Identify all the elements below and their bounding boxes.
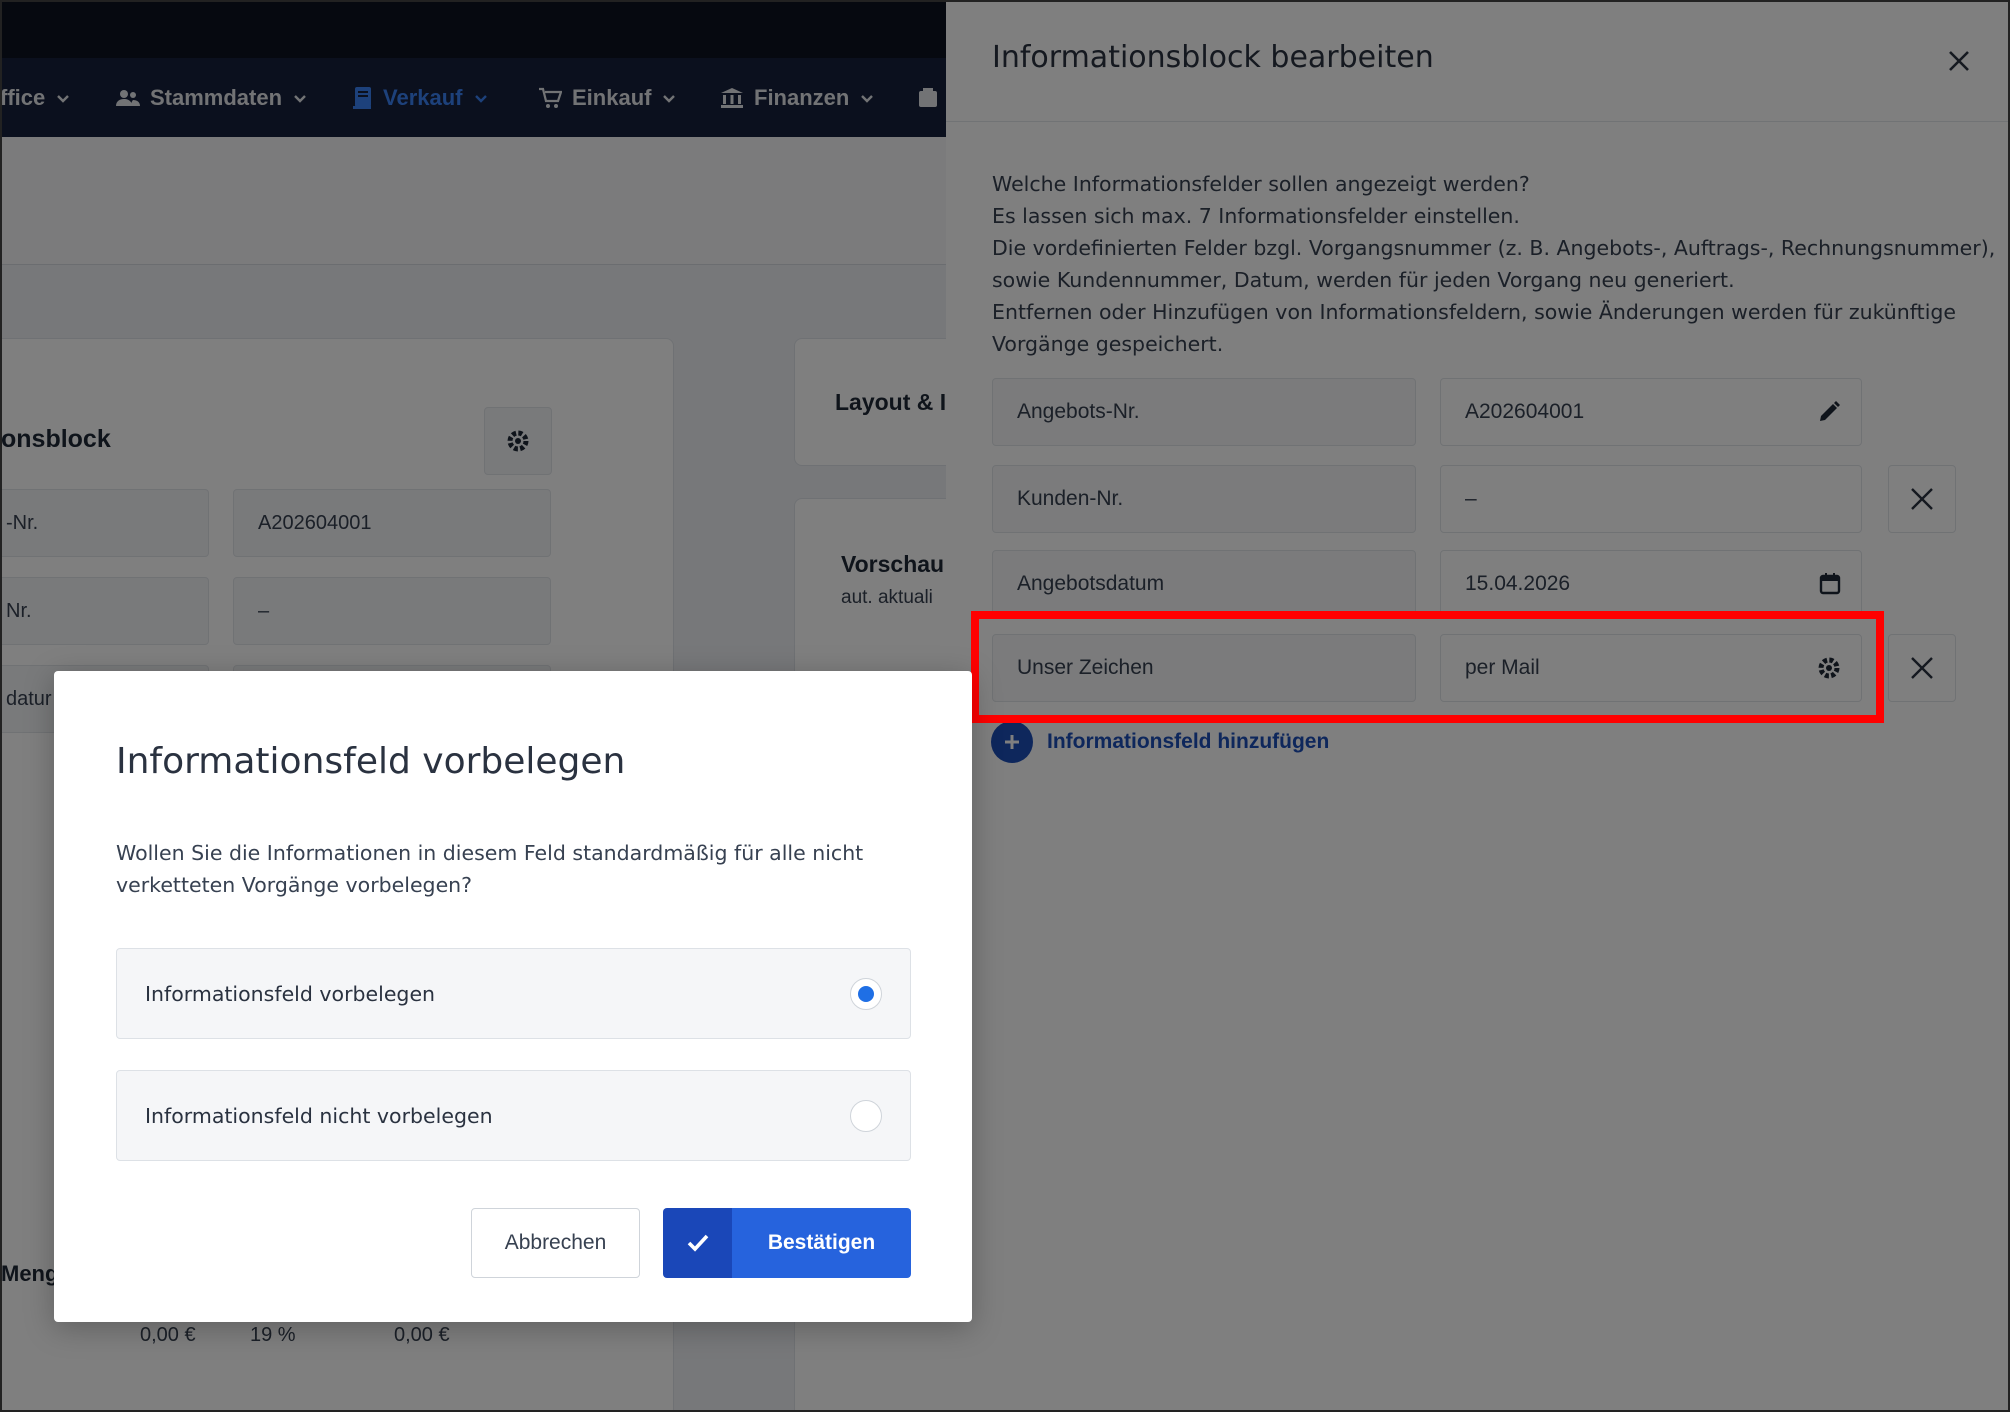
confirm-label: Bestätigen: [732, 1208, 911, 1278]
dialog-title: Informationsfeld vorbelegen: [116, 741, 626, 782]
option-no-prefill[interactable]: Informationsfeld nicht vorbelegen: [116, 1070, 911, 1161]
description-line: Welche Informationsfelder sollen angezei…: [992, 172, 1530, 196]
calendar-icon[interactable]: [1819, 573, 1841, 595]
remove-field-button[interactable]: [1888, 634, 1956, 702]
field-value-input[interactable]: A202604001: [1440, 378, 1862, 446]
dialog-text-line: verketteten Vorgänge vorbelegen?: [116, 873, 473, 897]
radio-dot: [858, 985, 874, 1002]
remove-field-button[interactable]: [1888, 465, 1956, 533]
add-info-field-label: Informationsfeld hinzufügen: [1047, 730, 1330, 753]
pencil-icon[interactable]: [1817, 400, 1841, 424]
radio-unselected[interactable]: [850, 1099, 882, 1132]
field-value-text: 15.04.2026: [1465, 572, 1571, 595]
field-value-input[interactable]: 15.04.2026: [1440, 550, 1862, 618]
plus-icon: [991, 721, 1033, 763]
option-label: Informationsfeld vorbelegen: [145, 981, 436, 1006]
cancel-button[interactable]: Abbrechen: [471, 1208, 640, 1278]
description-line: Die vordefinierten Felder bzgl. Vorgangs…: [992, 236, 1996, 260]
checkmark-icon: [663, 1208, 732, 1278]
description-line: Es lassen sich max. 7 Informationsfelder…: [992, 204, 1520, 228]
close-icon: [1949, 51, 1969, 71]
panel-title: Informationsblock bearbeiten: [992, 40, 1434, 75]
highlight-frame: [971, 611, 1884, 723]
confirm-button[interactable]: Bestätigen: [663, 1208, 911, 1278]
option-prefill[interactable]: Informationsfeld vorbelegen: [116, 948, 911, 1039]
option-label: Informationsfeld nicht vorbelegen: [145, 1103, 493, 1128]
radio-selected[interactable]: [850, 977, 882, 1010]
description-line: sowie Kundennummer, Datum, werden für je…: [992, 268, 1735, 292]
panel-description: Welche Informationsfelder sollen angezei…: [992, 168, 1996, 360]
field-value-text: A202604001: [1465, 400, 1585, 423]
panel-header: Informationsblock bearbeiten: [946, 0, 2010, 122]
panel-close-button[interactable]: [1942, 44, 1976, 78]
field-label-input[interactable]: Angebotsdatum: [992, 550, 1416, 618]
description-line: Entfernen oder Hinzufügen von Informatio…: [992, 300, 1957, 324]
field-value-text: –: [1465, 487, 1477, 510]
description-line: Vorgänge gespeichert.: [992, 332, 1224, 356]
prefill-dialog: Informationsfeld vorbelegen Wollen Sie d…: [54, 671, 972, 1322]
close-icon: [1911, 657, 1933, 679]
dialog-text-line: Wollen Sie die Informationen in diesem F…: [116, 841, 864, 865]
add-info-field-button[interactable]: Informationsfeld hinzufügen: [991, 720, 1329, 764]
field-value-input[interactable]: –: [1440, 465, 1862, 533]
field-label-input[interactable]: Kunden-Nr.: [992, 465, 1416, 533]
field-label-input[interactable]: Angebots-Nr.: [992, 378, 1416, 446]
close-icon: [1911, 488, 1933, 510]
dialog-text: Wollen Sie die Informationen in diesem F…: [116, 837, 916, 901]
